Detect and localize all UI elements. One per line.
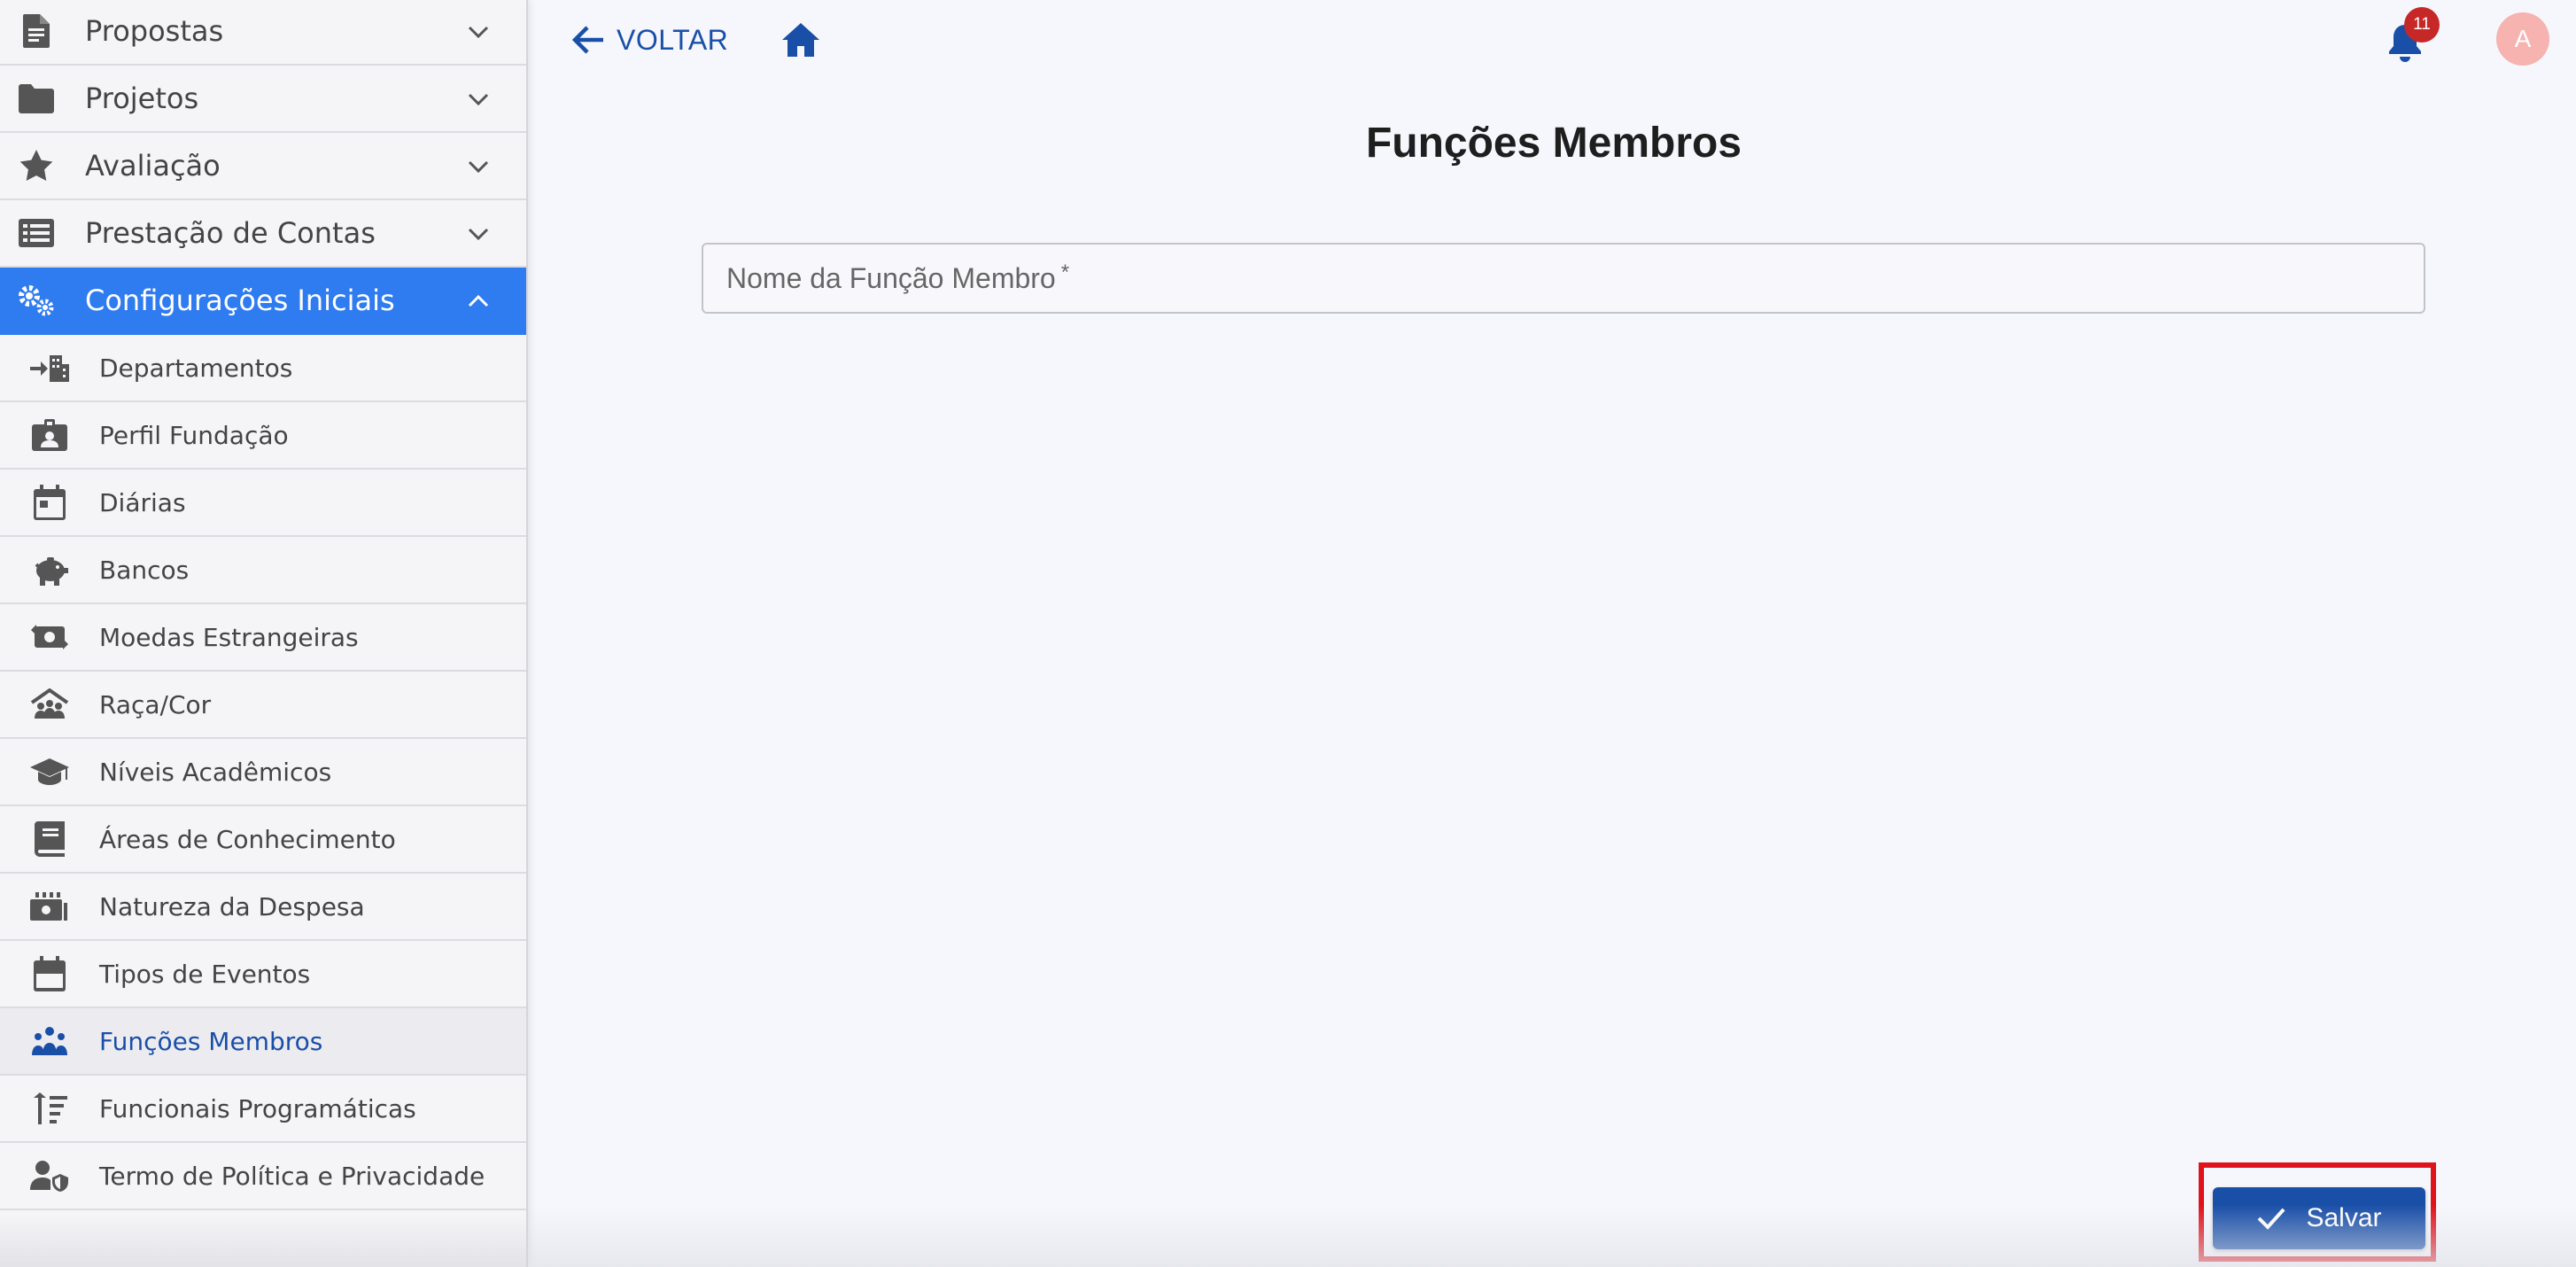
piggy-bank-icon	[30, 550, 69, 589]
department-icon	[30, 348, 69, 387]
chevron-down-icon	[468, 160, 489, 174]
sidebar-item-raca-cor[interactable]: Raça/Cor	[0, 672, 526, 739]
sidebar-item-label: Raça/Cor	[99, 689, 212, 719]
sidebar-item-bancos[interactable]: Bancos	[0, 537, 526, 604]
sidebar-item-label: Áreas de Conhecimento	[99, 824, 396, 854]
nome-funcao-membro-input[interactable]	[703, 245, 2424, 312]
sidebar-item-label: Configurações Iniciais	[85, 284, 395, 317]
calendar-icon	[30, 483, 69, 522]
sidebar-item-label: Departamentos	[99, 353, 293, 383]
sidebar-item-moedas-estrangeiras[interactable]: Moedas Estrangeiras	[0, 604, 526, 672]
check-icon	[2258, 1208, 2285, 1230]
sidebar-item-label: Natureza da Despesa	[99, 891, 365, 921]
id-badge-icon	[30, 416, 69, 455]
home-icon[interactable]	[781, 21, 820, 58]
sidebar-item-label: Propostas	[85, 14, 224, 48]
sidebar-item-perfil-fundacao[interactable]: Perfil Fundação	[0, 402, 526, 470]
back-button[interactable]: VOLTAR	[572, 19, 728, 60]
sidebar-item-label: Avaliação	[85, 149, 221, 183]
page-title: Funções Membros	[1365, 120, 1742, 167]
money-exchange-icon	[30, 618, 69, 657]
sidebar-item-termo-de-politica[interactable]: Termo de Política e Privacidade	[0, 1143, 526, 1210]
arrow-left-icon	[572, 26, 603, 54]
sidebar-item-areas-de-conhecimento[interactable]: Áreas de Conhecimento	[0, 806, 526, 874]
graduation-cap-icon	[30, 752, 69, 791]
sidebar-item-funcoes-membros[interactable]: Funções Membros	[0, 1008, 526, 1076]
user-shield-icon	[30, 1156, 69, 1195]
chevron-down-icon	[468, 26, 489, 39]
sidebar-item-label: Tipos de Eventos	[99, 959, 311, 989]
document-icon	[18, 12, 55, 50]
list-icon	[18, 214, 55, 252]
sidebar-item-label: Funcionais Programáticas	[99, 1093, 416, 1123]
chevron-up-icon	[468, 294, 489, 307]
sort-amount-up-icon	[30, 1089, 69, 1128]
sidebar: Propostas Projetos Avaliação Prestação d…	[0, 0, 528, 1267]
sidebar-item-prestacao-de-contas[interactable]: Prestação de Contas	[0, 200, 526, 268]
sidebar-item-label: Moedas Estrangeiras	[99, 622, 359, 652]
sidebar-item-label: Termo de Política e Privacidade	[99, 1161, 485, 1191]
sidebar-item-funcionais-programaticas[interactable]: Funcionais Programáticas	[0, 1076, 526, 1143]
sidebar-item-label: Níveis Acadêmicos	[99, 757, 332, 787]
sidebar-item-label: Prestação de Contas	[85, 216, 376, 250]
sidebar-item-propostas[interactable]: Propostas	[0, 0, 526, 66]
sidebar-item-natureza-da-despesa[interactable]: Natureza da Despesa	[0, 874, 526, 941]
sidebar-item-label: Projetos	[85, 82, 199, 115]
sidebar-item-niveis-academicos[interactable]: Níveis Acadêmicos	[0, 739, 526, 806]
people-roof-icon	[30, 685, 69, 724]
sidebar-item-projetos[interactable]: Projetos	[0, 66, 526, 133]
gears-icon	[18, 282, 55, 319]
sidebar-item-diarias[interactable]: Diárias	[0, 470, 526, 537]
back-button-label: VOLTAR	[617, 23, 729, 56]
folder-icon	[18, 80, 55, 117]
sidebar-item-departamentos[interactable]: Departamentos	[0, 335, 526, 402]
nome-funcao-membro-field[interactable]: Nome da Função Membro *	[702, 243, 2425, 314]
notification-badge: 11	[2404, 7, 2440, 43]
book-icon	[30, 820, 69, 859]
sidebar-item-label: Perfil Fundação	[99, 420, 289, 450]
people-group-icon	[30, 1022, 69, 1061]
sidebar-bottom-fade	[0, 1214, 526, 1267]
sidebar-item-label: Diárias	[99, 487, 186, 517]
chevron-down-icon	[468, 93, 489, 106]
sidebar-item-label: Funções Membros	[99, 1026, 323, 1056]
sidebar-item-configuracoes-iniciais[interactable]: Configurações Iniciais	[0, 268, 526, 335]
chevron-down-icon	[468, 228, 489, 241]
sidebar-item-avaliacao[interactable]: Avaliação	[0, 133, 526, 200]
money-bills-icon	[30, 887, 69, 926]
save-button[interactable]: Salvar	[2213, 1187, 2425, 1249]
sidebar-item-label: Bancos	[99, 555, 190, 585]
save-button-label: Salvar	[2306, 1203, 2382, 1232]
calendar-event-icon	[30, 954, 69, 993]
avatar[interactable]: A	[2496, 12, 2549, 66]
star-icon	[18, 147, 55, 184]
sidebar-item-tipos-de-eventos[interactable]: Tipos de Eventos	[0, 941, 526, 1008]
